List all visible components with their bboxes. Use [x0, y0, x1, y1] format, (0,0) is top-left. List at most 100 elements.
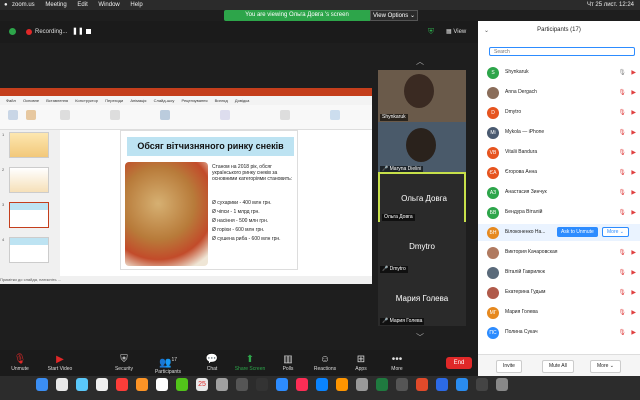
find-icon[interactable]: [280, 110, 290, 120]
participant-row[interactable]: Mi Mykola — iPhone 🎙 ▶: [478, 124, 640, 141]
panel-more-button[interactable]: More ⌄: [590, 360, 621, 373]
menu-window[interactable]: Window: [98, 2, 119, 8]
dock-app-icon[interactable]: [356, 378, 368, 391]
slide-thumbnail[interactable]: [9, 167, 49, 193]
video-tile-maria[interactable]: Мария Голева 🎤 Мария Голева: [378, 274, 466, 326]
participant-row[interactable]: ЄА Єгорова Анна 🎙 ▶: [478, 164, 640, 181]
dock-app-icon[interactable]: [56, 378, 68, 391]
dock-app-icon[interactable]: [496, 378, 508, 391]
dock-app-icon[interactable]: [96, 378, 108, 391]
end-meeting-button[interactable]: End: [446, 357, 472, 369]
video-tile-dmytro[interactable]: Dmytro 🎤 Dmytro: [378, 222, 466, 274]
dock-app-icon[interactable]: [36, 378, 48, 391]
ppt-tab[interactable]: Рецензування: [181, 98, 207, 103]
menu-meeting[interactable]: Meeting: [45, 2, 66, 8]
participant-row[interactable]: МГ Мария Голева 🎙 ▶: [478, 304, 640, 321]
ppt-tab[interactable]: Анімація: [130, 98, 146, 103]
ppt-tab[interactable]: Основне: [23, 98, 39, 103]
ppt-tab[interactable]: Довідка: [235, 98, 249, 103]
tiles-up-arrow[interactable]: ︿: [416, 56, 424, 67]
dock-app-icon[interactable]: [176, 378, 188, 391]
polls-button[interactable]: ▥ Polls: [268, 354, 308, 372]
dock-app-icon[interactable]: [316, 378, 328, 391]
dock-app-icon[interactable]: [376, 378, 388, 391]
more-button[interactable]: ••• More: [377, 354, 417, 372]
shapes-icon[interactable]: [160, 110, 170, 120]
thumb-number: 4: [2, 237, 5, 242]
dock-app-icon[interactable]: [336, 378, 348, 391]
mute-all-button[interactable]: Mute All: [542, 360, 574, 373]
participant-row[interactable]: БВ Бендура Віталій 🎙 ▶: [478, 204, 640, 221]
mic-muted-icon: 🎙: [618, 270, 626, 276]
share-screen-button[interactable]: ⬆ Share Screen: [230, 354, 270, 372]
menu-help[interactable]: Help: [130, 2, 142, 8]
view-button[interactable]: ▦ View: [446, 28, 466, 35]
tiles-down-arrow[interactable]: ﹀: [416, 332, 424, 343]
chat-button[interactable]: 💬 Chat: [192, 354, 232, 372]
participant-row[interactable]: VB Vitalii Bandura 🎙 ▶: [478, 144, 640, 161]
participant-row[interactable]: ПС Полина Сукач 🎙 ▶: [478, 324, 640, 341]
ppt-tab[interactable]: Вигляд: [215, 98, 228, 103]
ask-to-unmute-button[interactable]: Ask to Unmute: [557, 227, 598, 237]
apple-icon[interactable]: ●: [4, 0, 8, 10]
participant-row[interactable]: АЗ Анастасия Зинчук 🎙 ▶: [478, 184, 640, 201]
design-ideas-icon[interactable]: [330, 110, 340, 120]
participant-row[interactable]: БН Білоконенко На... Ask to Unmute More ⌄: [478, 224, 640, 241]
video-tile-olga-active-speaker[interactable]: Ольга Довга Ольга Довга: [378, 172, 466, 224]
dock-app-icon[interactable]: [296, 378, 308, 391]
ppt-tab[interactable]: Конструктор: [75, 98, 98, 103]
arrange-icon[interactable]: [220, 110, 230, 120]
ppt-tab[interactable]: Файл: [6, 98, 16, 103]
dock-app-icon[interactable]: [216, 378, 228, 391]
dock-app-icon[interactable]: [76, 378, 88, 391]
invite-button[interactable]: Invite: [496, 360, 522, 373]
dock-app-icon[interactable]: [416, 378, 428, 391]
shield-icon[interactable]: ⛨: [428, 27, 434, 37]
participant-row[interactable]: Виктория Качаровская 🎙 ▶: [478, 244, 640, 261]
participants-button[interactable]: 👥17 Participants: [148, 354, 188, 375]
start-video-button[interactable]: ▶ Start Video: [40, 354, 80, 372]
participant-row[interactable]: Anna Dergach 🎙 ▶: [478, 84, 640, 101]
slide-thumbnail[interactable]: [9, 237, 49, 263]
dock-app-icon[interactable]: [116, 378, 128, 391]
menu-edit[interactable]: Edit: [77, 2, 87, 8]
security-button[interactable]: ⛨ Security: [104, 354, 144, 372]
paste-icon[interactable]: [8, 110, 18, 120]
stop-recording-button[interactable]: [86, 29, 91, 34]
paragraph-icon[interactable]: [110, 110, 120, 120]
reactions-button[interactable]: ☺ Reactions: [305, 354, 345, 372]
participant-name: Бендура Віталій: [505, 209, 543, 215]
participant-row[interactable]: Віталій Гаврилюк 🎙 ▶: [478, 264, 640, 281]
video-tile-shynkaruk[interactable]: Shynkaruk: [378, 70, 466, 122]
participant-row[interactable]: Екатерина Гудым 🎙 ▶: [478, 284, 640, 301]
view-options-button[interactable]: View Options ⌄: [370, 10, 418, 21]
dock-app-icon[interactable]: [256, 378, 268, 391]
unmute-button[interactable]: 🎙 Unmute: [0, 354, 40, 372]
dock-app-icon[interactable]: [476, 378, 488, 391]
dock-app-icon[interactable]: [156, 378, 168, 391]
ppt-tab[interactable]: Вставлення: [46, 98, 68, 103]
dock-app-icon[interactable]: [436, 378, 448, 391]
slide-thumbnail-active[interactable]: [9, 202, 49, 228]
dock-app-icon[interactable]: [236, 378, 248, 391]
menu-zoom[interactable]: zoom.us: [12, 2, 35, 8]
participant-row[interactable]: S Shynkaruk 🎙 ▶: [478, 64, 640, 81]
video-tile-maryna[interactable]: 🎤 Maryna Dielini: [378, 122, 466, 174]
security-status-icon[interactable]: [9, 28, 16, 35]
participants-search-input[interactable]: [489, 47, 635, 56]
apps-button[interactable]: ⊞ Apps: [341, 354, 381, 372]
pause-recording-button[interactable]: ❚❚: [72, 27, 84, 35]
dock-calendar-icon[interactable]: 25: [196, 378, 208, 391]
dock-app-icon[interactable]: [396, 378, 408, 391]
ppt-tab[interactable]: Слайд-шоу: [154, 98, 175, 103]
dock-app-icon[interactable]: [456, 378, 468, 391]
participant-more-button[interactable]: More ⌄: [602, 227, 629, 237]
slide-thumbnails: 1 2 3 4: [0, 130, 60, 276]
slide-thumbnail[interactable]: [9, 132, 49, 158]
ppt-tab[interactable]: Переходи: [105, 98, 123, 103]
dock-app-icon[interactable]: [276, 378, 288, 391]
font-icon[interactable]: [60, 110, 70, 120]
new-slide-icon[interactable]: [26, 110, 36, 120]
participant-row[interactable]: D Dmytro 🎙 ▶: [478, 104, 640, 121]
dock-app-icon[interactable]: [136, 378, 148, 391]
